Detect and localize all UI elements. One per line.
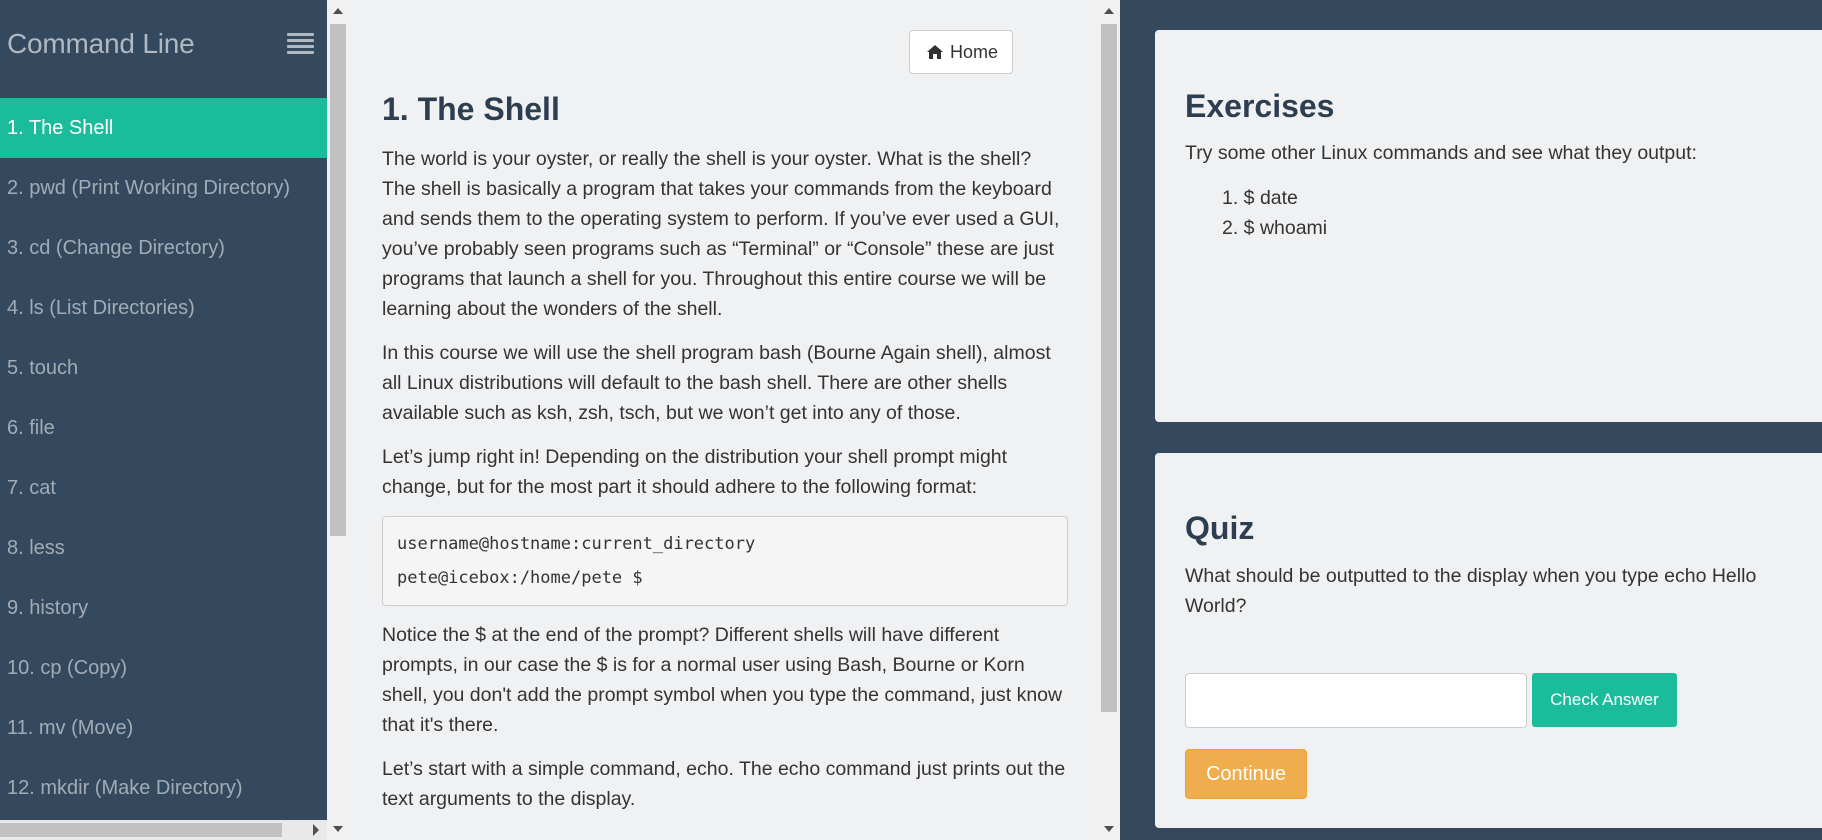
sidebar-header: Command Line xyxy=(0,0,327,98)
quiz-answer-input[interactable] xyxy=(1185,673,1527,728)
exercises-title: Exercises xyxy=(1185,88,1335,124)
hamburger-menu-icon[interactable] xyxy=(287,33,314,57)
lesson-paragraph: Let’s jump right in! Depending on the di… xyxy=(382,446,1008,498)
sidebar-item-touch[interactable]: 5. touch xyxy=(0,338,327,398)
scroll-down-icon[interactable] xyxy=(333,826,343,832)
code-line: username@hostname:current_directory xyxy=(397,534,756,554)
exercises-list: 1. $ date 2. $ whoami xyxy=(1222,183,1327,243)
quiz-title: Quiz xyxy=(1185,510,1255,546)
scroll-down-icon[interactable] xyxy=(1104,826,1114,832)
exercises-panel: Exercises Try some other Linux commands … xyxy=(1155,30,1822,422)
lesson-content: 1. The Shell The world is your oyster, o… xyxy=(382,84,1068,828)
sidebar-item-pwd[interactable]: 2. pwd (Print Working Directory) xyxy=(0,158,327,218)
scrollbar-thumb[interactable] xyxy=(330,24,346,536)
sidebar-item-file[interactable]: 6. file xyxy=(0,398,327,458)
exercise-item: 2. $ whoami xyxy=(1222,217,1328,239)
sidebar-item-cat[interactable]: 7. cat xyxy=(0,458,327,518)
lesson-paragraph: The world is your oyster, or really the … xyxy=(382,148,1060,320)
sidebar-vertical-scrollbar[interactable] xyxy=(327,0,349,840)
exercise-item: 1. $ date xyxy=(1222,187,1298,209)
lesson-paragraph: In this course we will use the shell pro… xyxy=(382,342,1051,424)
continue-button[interactable]: Continue xyxy=(1185,749,1307,799)
sidebar-item-mv[interactable]: 11. mv (Move) xyxy=(0,698,327,758)
code-block: username@hostname:current_directory pete… xyxy=(382,516,1068,606)
lesson-vertical-scrollbar[interactable] xyxy=(1098,0,1120,840)
sidebar-item-cp[interactable]: 10. cp (Copy) xyxy=(0,638,327,698)
sidebar-item-cd[interactable]: 3. cd (Change Directory) xyxy=(0,218,327,278)
sidebar-horizontal-scrollbar[interactable] xyxy=(0,820,327,840)
lesson-paragraph: Notice the $ at the end of the prompt? D… xyxy=(382,624,1063,736)
sidebar-item-ls[interactable]: 4. ls (List Directories) xyxy=(0,278,327,338)
sidebar-item-history[interactable]: 9. history xyxy=(0,578,327,638)
home-label: Home xyxy=(949,41,998,62)
check-answer-button[interactable]: Check Answer xyxy=(1532,673,1677,727)
scrollbar-thumb[interactable] xyxy=(0,823,282,837)
sidebar-item-less[interactable]: 8. less xyxy=(0,518,327,578)
scroll-right-icon[interactable] xyxy=(313,824,319,836)
lesson-nav: 1. The Shell 2. pwd (Print Working Direc… xyxy=(0,98,327,818)
scroll-up-icon[interactable] xyxy=(333,8,343,14)
scrollbar-thumb[interactable] xyxy=(1101,24,1117,712)
sidebar-item-the-shell[interactable]: 1. The Shell xyxy=(0,98,327,158)
quiz-question: What should be outputted to the display … xyxy=(1185,565,1757,617)
scroll-up-icon[interactable] xyxy=(1104,8,1114,14)
lesson-panel: Home 1. The Shell The world is your oyst… xyxy=(349,0,1098,840)
sidebar-title: Command Line xyxy=(7,28,195,59)
sidebar: Command Line 1. The Shell 2. pwd (Print … xyxy=(0,0,327,840)
home-button[interactable]: Home xyxy=(908,30,1013,74)
code-line: pete@icebox:/home/pete $ xyxy=(397,568,643,588)
home-icon xyxy=(926,45,943,59)
lesson-paragraph: Let’s start with a simple command, echo.… xyxy=(382,758,1066,810)
lesson-title: 1. The Shell xyxy=(382,91,560,127)
exercises-intro: Try some other Linux commands and see wh… xyxy=(1185,142,1697,164)
quiz-panel: Quiz What should be outputted to the dis… xyxy=(1155,453,1822,828)
sidebar-item-mkdir[interactable]: 12. mkdir (Make Directory) xyxy=(0,758,327,818)
